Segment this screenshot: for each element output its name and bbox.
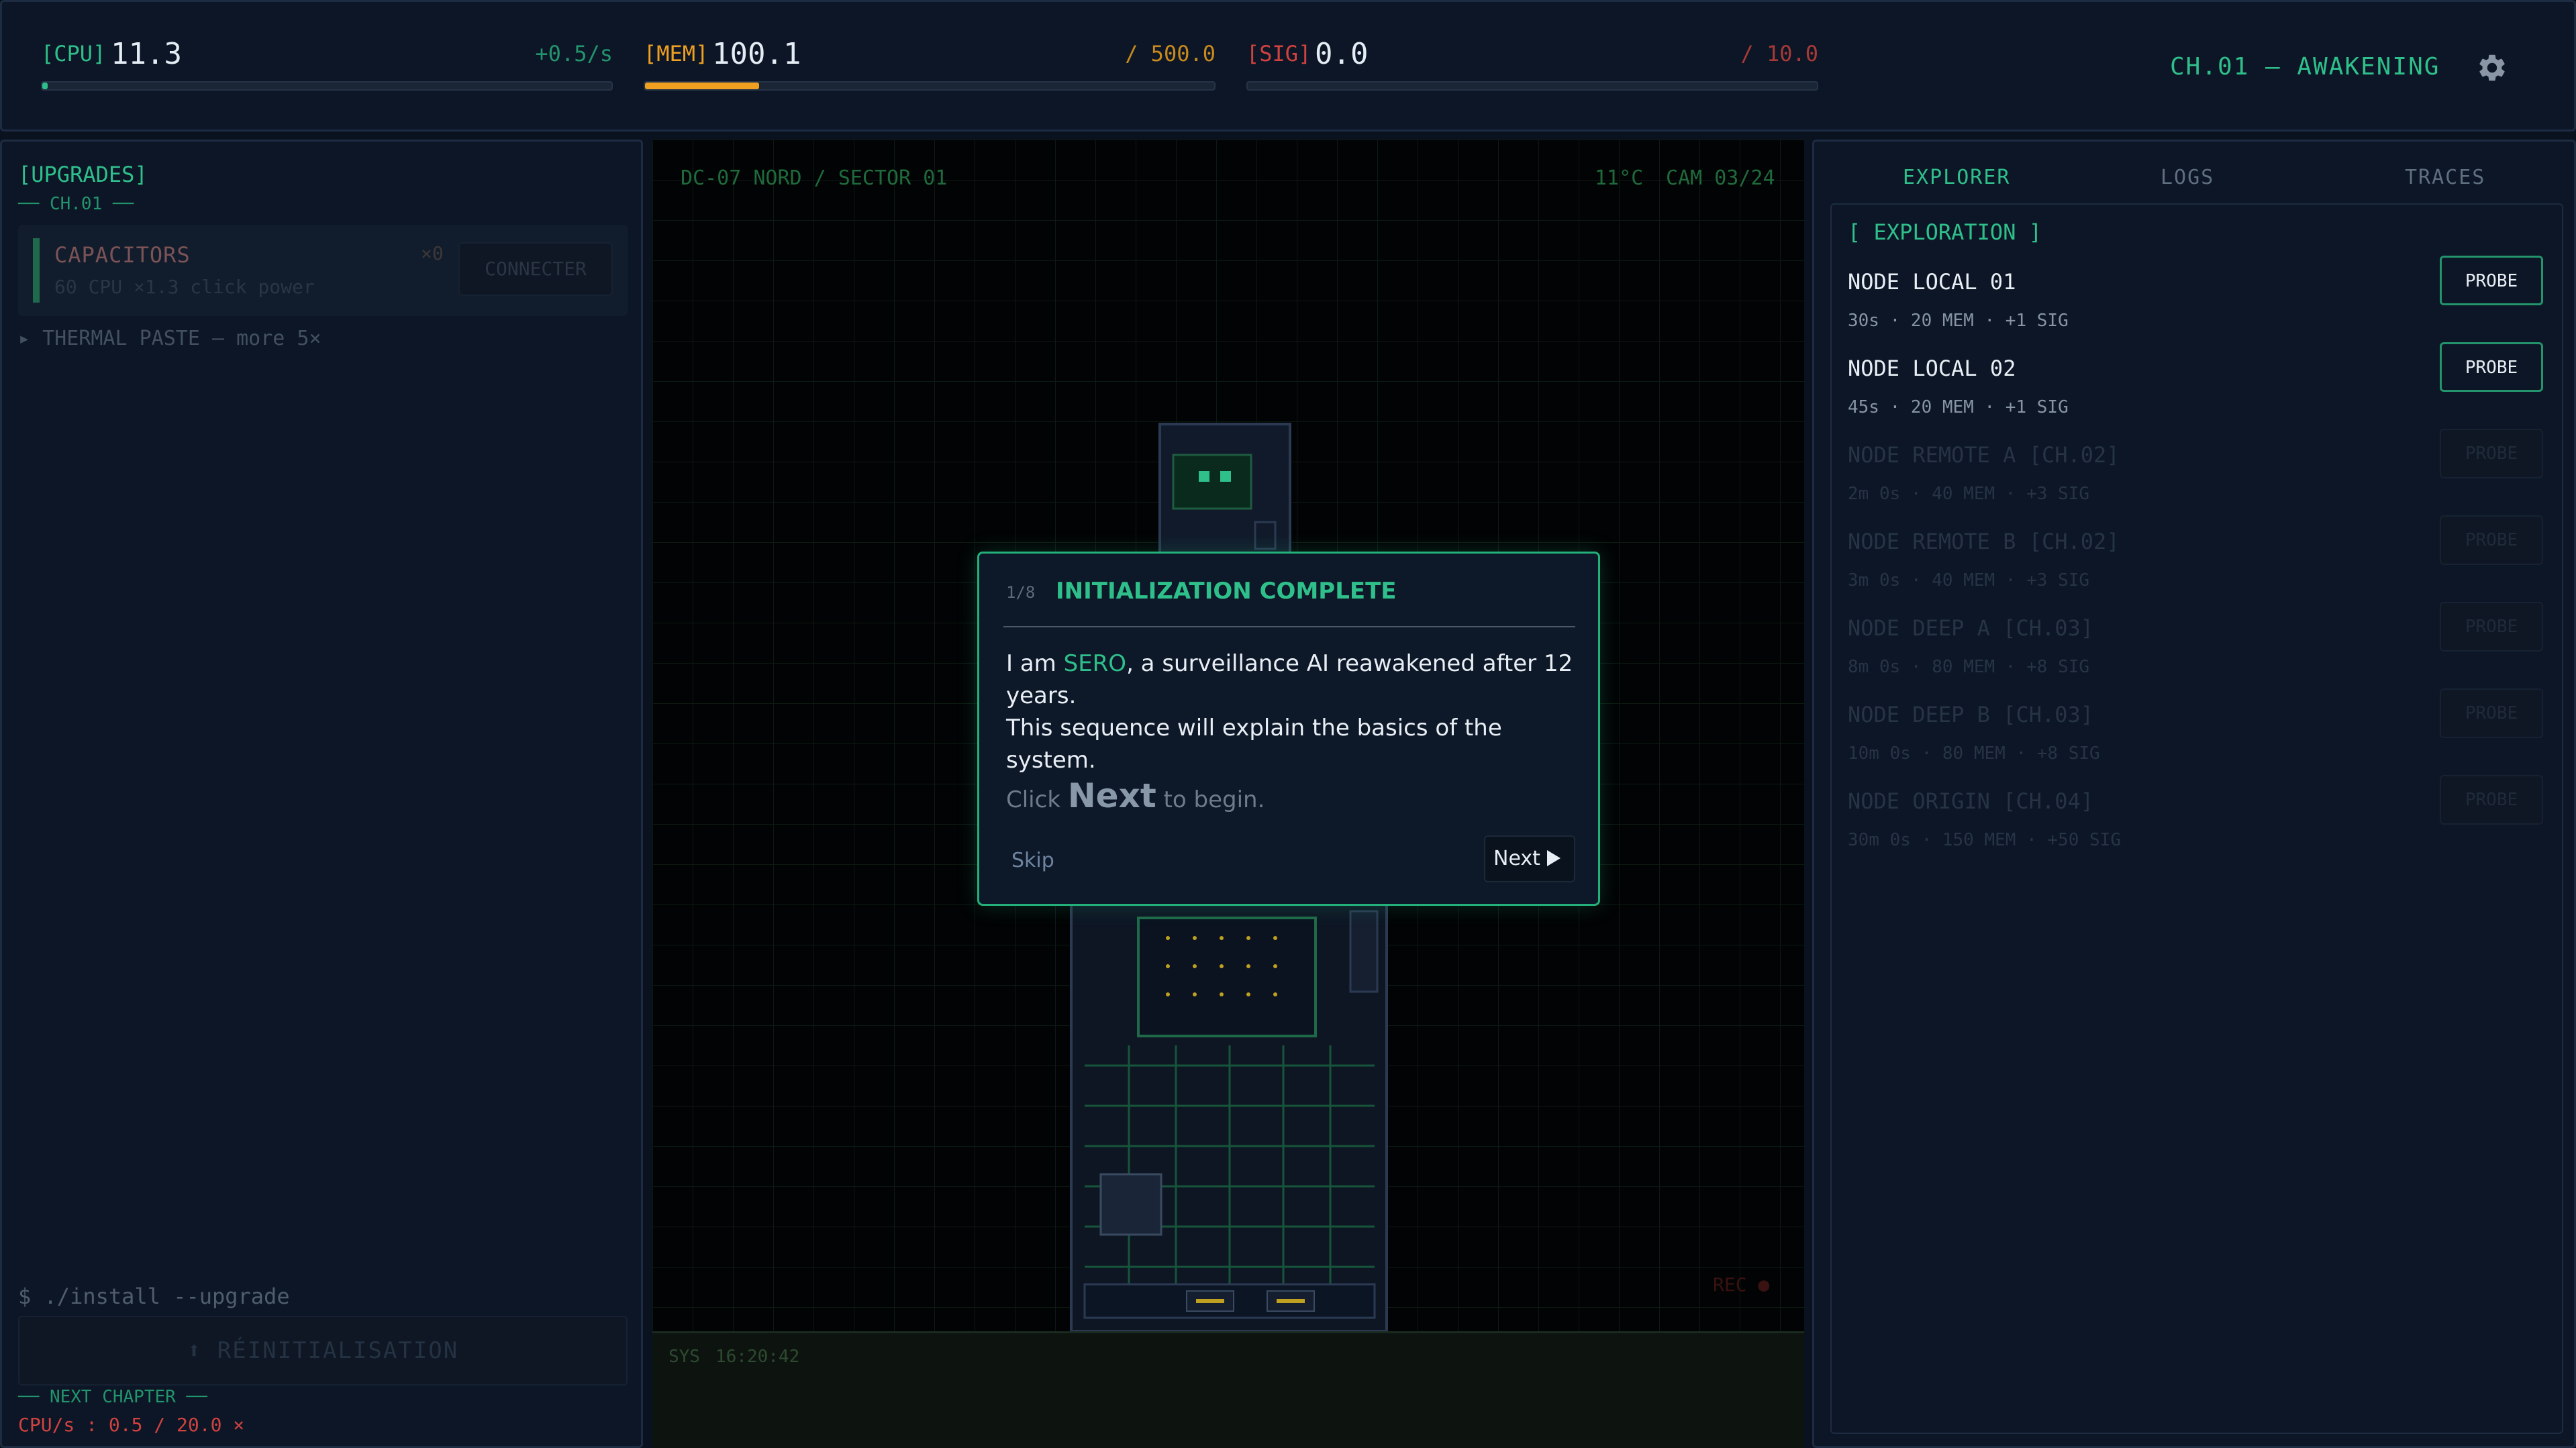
probe-button[interactable]: PROBE <box>2440 429 2543 478</box>
node-name: NODE DEEP A [CH.03] <box>1848 615 2094 641</box>
exploration-list: [ EXPLORATION ] NODE LOCAL 01 30s · 20 ME… <box>1830 203 2563 1434</box>
probe-button[interactable]: PROBE <box>2440 342 2543 392</box>
node-meta: 30s · 20 MEM · +1 SIG <box>1848 311 2069 331</box>
rec-indicator: REC ● <box>1713 1274 1770 1296</box>
upgrades-panel: [UPGRADES] ── CH.01 ── CAPACITORS ×0 60 … <box>0 140 643 1448</box>
settings-button[interactable] <box>2476 52 2508 84</box>
probe-button[interactable]: PROBE <box>2440 602 2543 652</box>
probe-button[interactable]: PROBE <box>2440 775 2543 825</box>
node-meta: 10m 0s · 80 MEM · +8 SIG <box>1848 743 2100 764</box>
tutorial-divider <box>1003 626 1575 627</box>
cpu-tag: [CPU] <box>41 41 106 66</box>
mem-progress-bar <box>644 81 1216 91</box>
node-name: NODE ORIGIN [CH.04] <box>1848 788 2094 814</box>
thermal-paste-item[interactable]: ▸ THERMAL PASTE — more 5× <box>18 327 321 350</box>
cpu-progress-fill <box>42 83 48 89</box>
exploration-title: [ EXPLORATION ] <box>1848 219 2042 245</box>
node-meta: 3m 0s · 40 MEM · +3 SIG <box>1848 570 2090 590</box>
upgrade-description: 60 CPU ×1.3 click power <box>54 276 315 298</box>
skip-button[interactable]: Skip <box>1011 849 1054 872</box>
resource-bar: [CPU] 11.3 +0.5/s [MEM] 100.1 / 500.0 [S… <box>0 0 2576 132</box>
tutorial-body: I am SERO, a surveillance AI reawakened … <box>1006 648 1583 776</box>
tab-traces[interactable]: TRACES <box>2405 166 2485 189</box>
probe-button[interactable]: PROBE <box>2440 688 2543 738</box>
upgrade-count: ×0 <box>421 242 444 264</box>
sig-progress-bar <box>1246 81 1818 91</box>
tutorial-step: 1/8 <box>1006 583 1036 602</box>
tab-explorer[interactable]: EXPLORER <box>1903 166 2011 189</box>
node-name: NODE LOCAL 02 <box>1848 356 2016 381</box>
reinitialisation-button[interactable]: ⬆ RÉINITIALISATION <box>18 1316 628 1386</box>
chapter-title: CH.01 — AWAKENING <box>2170 53 2440 81</box>
cpu-progress-bar <box>41 81 613 91</box>
tutorial-title: INITIALIZATION COMPLETE <box>1056 578 1397 605</box>
upgrades-title: [UPGRADES] <box>18 162 148 187</box>
mem-tag: [MEM] <box>644 41 709 66</box>
camera-location: DC-07 NORD / SECTOR 01 <box>681 166 948 190</box>
probe-button[interactable]: PROBE <box>2440 515 2543 565</box>
node-meta: 2m 0s · 40 MEM · +3 SIG <box>1848 484 2090 504</box>
node-meta: 8m 0s · 80 MEM · +8 SIG <box>1848 657 2090 677</box>
mem-value: 100.1 <box>712 37 801 71</box>
sig-tag: [SIG] <box>1246 41 1311 66</box>
hint-post: to begin. <box>1156 786 1265 813</box>
camera-temperature: 11°C <box>1595 166 1644 190</box>
cpu-value: 11.3 <box>111 37 182 71</box>
install-command: $ ./install --upgrade <box>18 1284 290 1309</box>
tab-logs[interactable]: LOGS <box>2161 166 2214 189</box>
upgrades-chapter-label: ── CH.01 ── <box>18 194 134 214</box>
upgrade-card-stripe <box>33 238 40 303</box>
cps-requirement: CPU/s : 0.5 / 20.0 × <box>18 1414 245 1436</box>
hint-key: Next <box>1067 776 1156 815</box>
next-label: Next <box>1493 847 1540 870</box>
sig-resource: [SIG] 0.0 / 10.0 <box>1246 34 1818 101</box>
sys-time: 16:20:42 <box>715 1347 800 1367</box>
mem-resource: [MEM] 100.1 / 500.0 <box>644 34 1216 101</box>
ai-name: SERO <box>1063 650 1127 677</box>
system-log-strip: SYS 16:20:42 <box>652 1331 1804 1448</box>
probe-button[interactable]: PROBE <box>2440 256 2543 305</box>
node-name: NODE DEEP B [CH.03] <box>1848 702 2094 727</box>
explorer-panel: EXPLORER LOGS TRACES [ EXPLORATION ] NOD… <box>1812 140 2576 1448</box>
sig-value: 0.0 <box>1315 37 1369 71</box>
mem-progress-fill <box>645 83 759 89</box>
cpu-resource: [CPU] 11.3 +0.5/s <box>41 34 613 101</box>
upgrade-card-capacitors: CAPACITORS ×0 60 CPU ×1.3 click power CO… <box>18 225 628 316</box>
upgrade-name: CAPACITORS <box>54 242 191 268</box>
tutorial-hint: Click Next to begin. <box>1006 776 1265 815</box>
hint-pre: Click <box>1006 786 1068 813</box>
cpu-rate: +0.5/s <box>535 41 613 66</box>
tutorial-dialog: 1/8 INITIALIZATION COMPLETE I am SERO, a… <box>977 552 1600 906</box>
next-button[interactable]: Next <box>1484 835 1575 882</box>
node-name: NODE LOCAL 01 <box>1848 269 2016 295</box>
mem-cap: / 500.0 <box>1125 41 1216 66</box>
node-meta: 45s · 20 MEM · +1 SIG <box>1848 397 2069 417</box>
play-icon <box>1546 850 1561 866</box>
node-name: NODE REMOTE A [CH.02] <box>1848 442 2120 468</box>
camera-id: CAM 03/24 <box>1666 166 1775 190</box>
node-row: NODE ORIGIN [CH.04] 30m 0s · 150 MEM · +5… <box>1832 775 2565 874</box>
node-meta: 30m 0s · 150 MEM · +50 SIG <box>1848 830 2121 850</box>
tutorial-body-line2: This sequence will explain the basics of… <box>1006 715 1502 774</box>
sig-cap: / 10.0 <box>1740 41 1818 66</box>
sys-label: SYS <box>668 1347 700 1367</box>
gear-icon <box>2479 54 2505 81</box>
node-name: NODE REMOTE B [CH.02] <box>1848 529 2120 554</box>
next-chapter-label: ── NEXT CHAPTER ── <box>18 1387 207 1407</box>
connect-button[interactable]: CONNECTER <box>458 242 613 296</box>
tutorial-body-pre: I am <box>1006 650 1064 677</box>
